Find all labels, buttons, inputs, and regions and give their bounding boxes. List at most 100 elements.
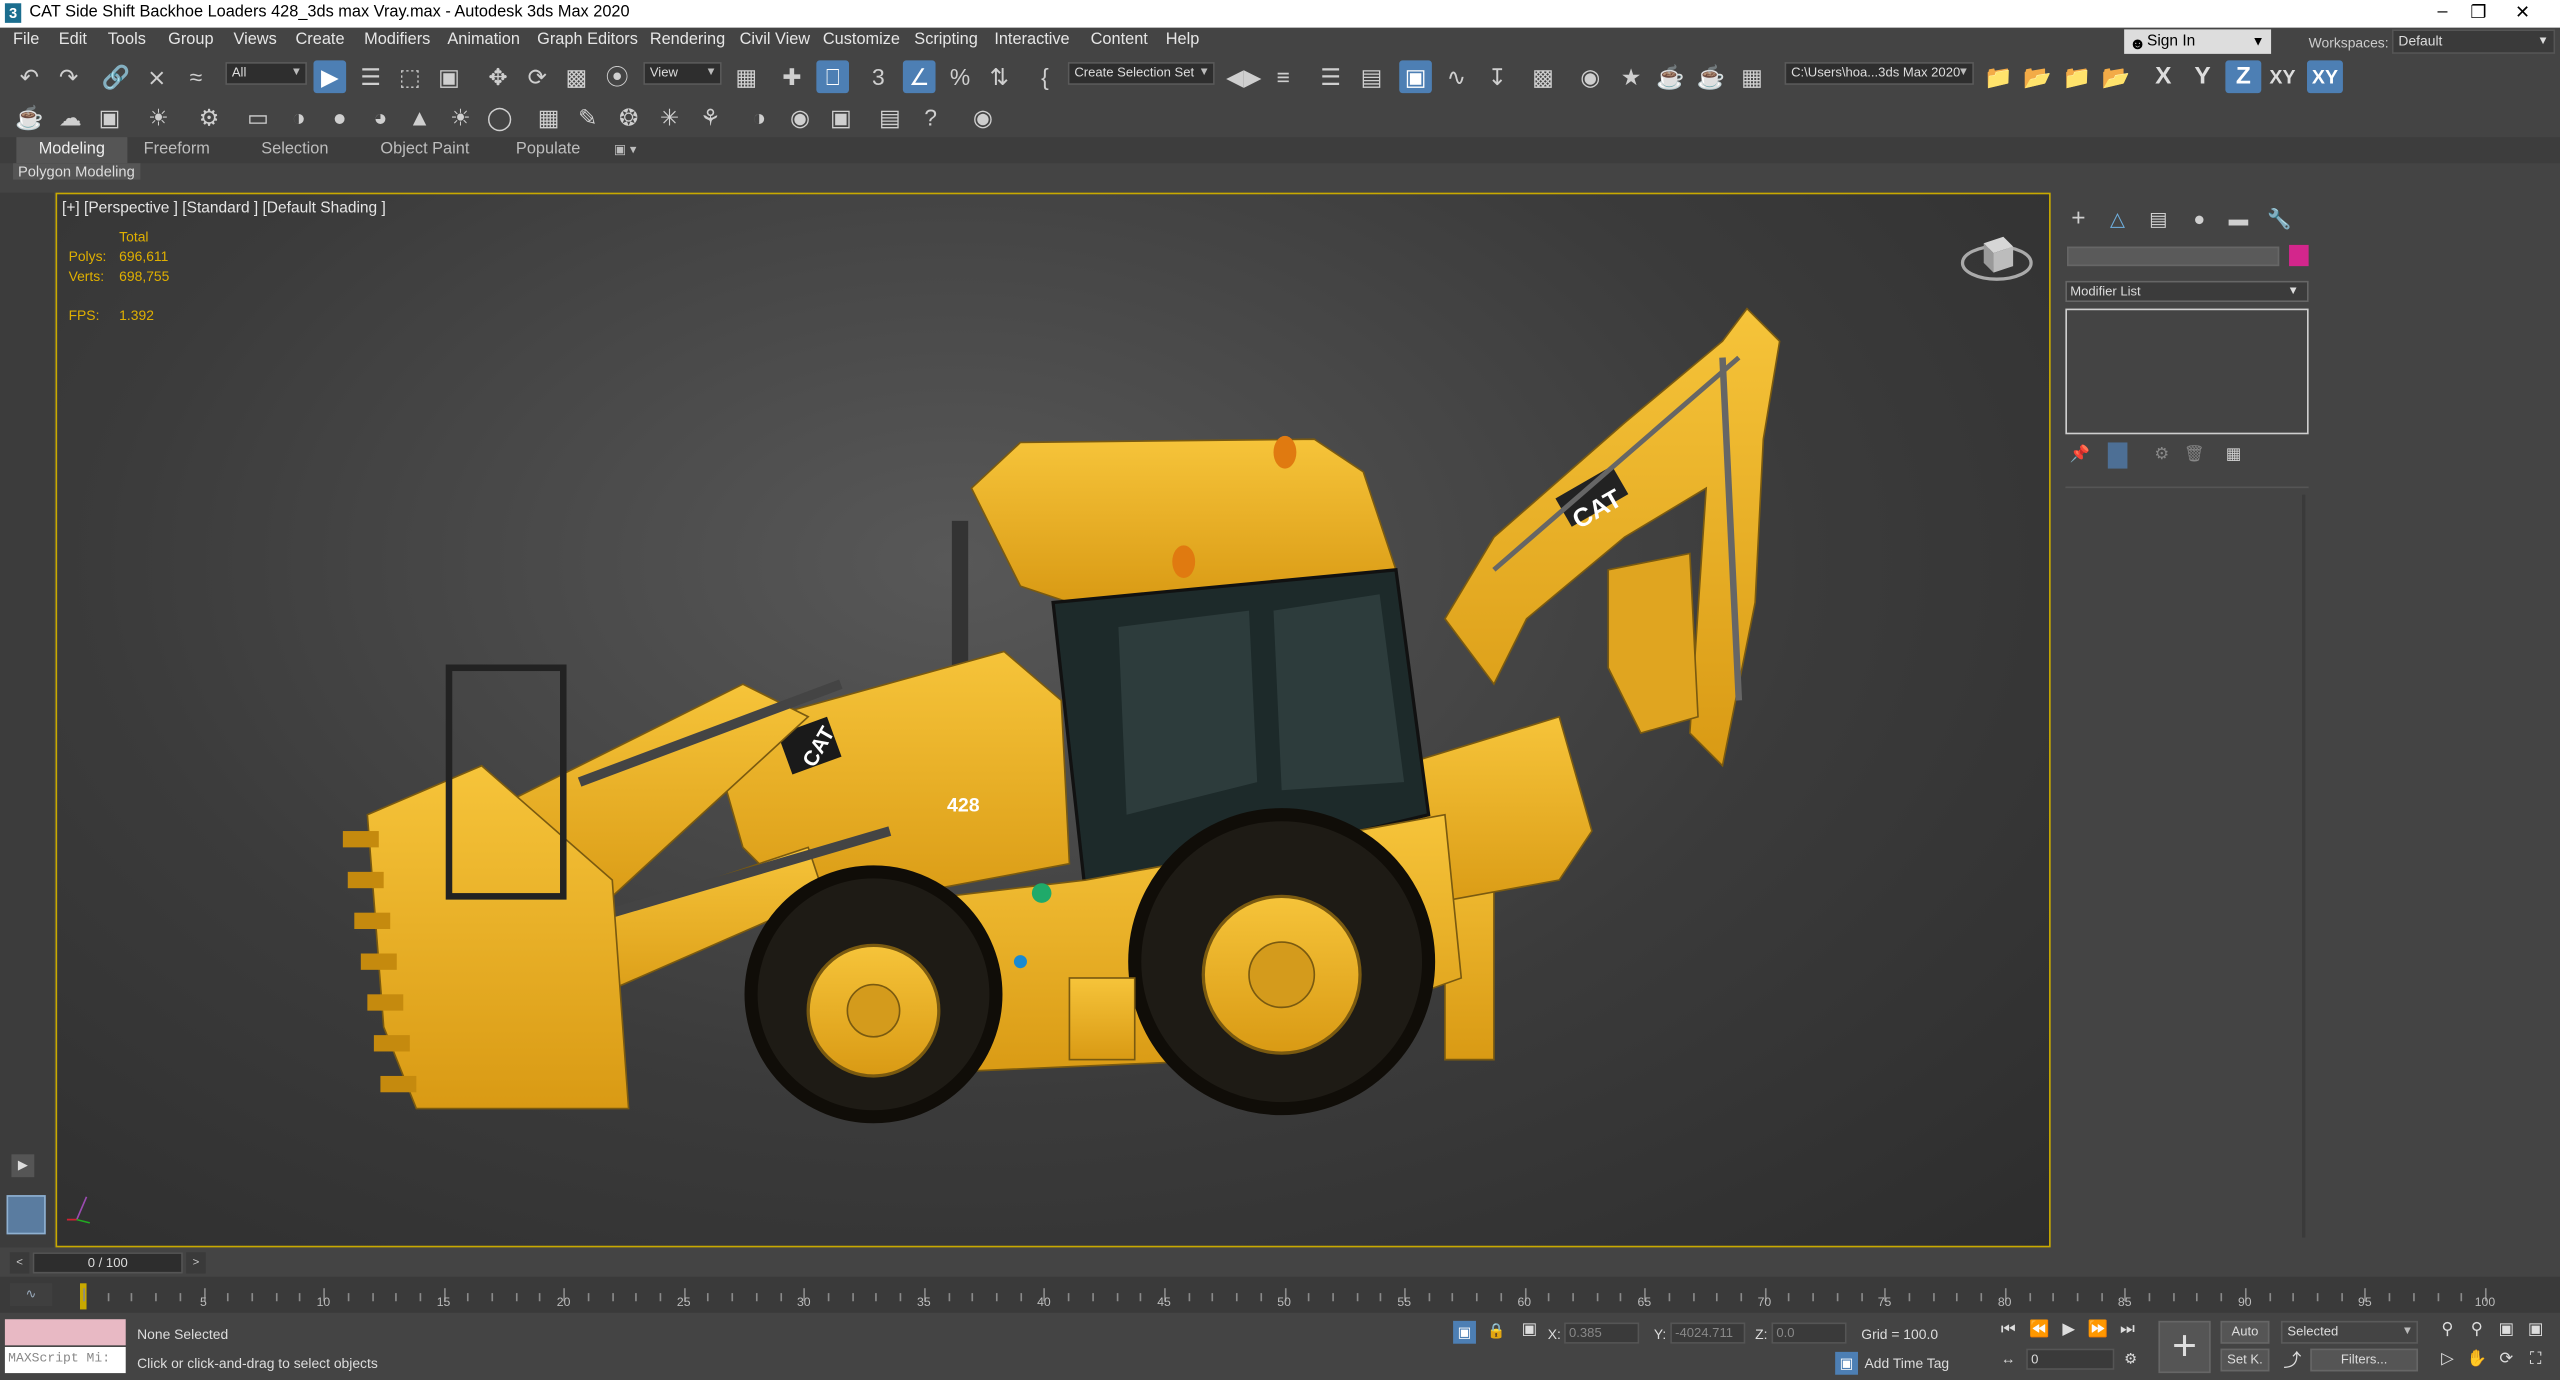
tab-selection[interactable]: Selection — [248, 137, 341, 163]
backhoe-loader-model[interactable]: CAT CAT 428 — [318, 292, 1820, 1141]
menu-civil-view[interactable]: Civil View — [740, 31, 810, 49]
ribbon-options-icon[interactable]: ▣ ▾ — [601, 137, 650, 163]
snaps-toggle-icon[interactable]: 3 — [862, 60, 895, 93]
light-lister-icon[interactable]: ☀ — [142, 101, 175, 134]
perspective-viewport[interactable]: [+] [Perspective ] [Standard ] [Default … — [55, 192, 2051, 1248]
tab-object-paint[interactable]: Object Paint — [367, 137, 482, 163]
rectangular-selection-icon[interactable]: ⬚ — [393, 60, 426, 93]
menu-modifiers[interactable]: Modifiers — [364, 31, 430, 49]
asset-tracking-icon[interactable]: 📂 — [2021, 60, 2054, 93]
zoom-extents-all-icon[interactable]: ▣ — [2524, 1321, 2547, 1339]
sphere-icon[interactable]: ● — [323, 101, 356, 134]
menu-interactive[interactable]: Interactive — [994, 31, 1069, 49]
render-setup-icon[interactable]: ★ — [1615, 60, 1648, 93]
viewport-layout-icon[interactable] — [6, 1195, 46, 1235]
zoom-all-icon[interactable]: ⚲ — [2465, 1321, 2488, 1339]
time-slider-prev-icon[interactable]: < — [9, 1252, 30, 1274]
place-icon[interactable]: ⦿ — [601, 60, 634, 93]
previous-frame-icon[interactable]: ⏪ — [2028, 1321, 2051, 1339]
rendered-frame-icon[interactable]: ☕ — [1654, 60, 1687, 93]
pin-stack-icon[interactable]: 📌 — [2067, 442, 2093, 468]
selection-lock-icon[interactable]: 🔒 — [1487, 1322, 1507, 1342]
display-tab-icon[interactable]: ▬ — [2225, 206, 2251, 232]
modifier-stack[interactable] — [2065, 308, 2309, 435]
axis-xy-toggle-button[interactable]: XY — [2307, 60, 2343, 94]
particle-icon[interactable]: ✳ — [653, 101, 686, 134]
bind-space-warp-icon[interactable]: ≈ — [180, 60, 213, 93]
sign-in-dropdown[interactable]: ☻ Sign In ▼ — [2124, 29, 2272, 54]
track-bar[interactable]: ∿ 5 10 15 20 25 30 35 40 45 50 55 60 65 70 75 80 85 90 95 1… — [0, 1276, 2560, 1313]
grid-icon[interactable]: ▦ — [532, 101, 565, 134]
menu-group[interactable]: Group — [168, 31, 213, 49]
layer-explorer-icon[interactable]: ▤ — [1355, 60, 1388, 93]
menu-file[interactable]: File — [13, 31, 39, 49]
scene-explorer-icon[interactable]: ☰ — [1314, 60, 1347, 93]
absolute-mode-icon[interactable]: ▣ — [1522, 1321, 1542, 1341]
x-coord-field[interactable]: 0.385 — [1564, 1322, 1640, 1344]
utilities-tab-icon[interactable]: 🔧 — [2266, 206, 2292, 232]
motion-tab-icon[interactable]: ● — [2186, 206, 2212, 232]
material-editor-icon[interactable]: ◉ — [1574, 60, 1607, 93]
angle-snap-icon[interactable]: ∠ — [902, 60, 936, 94]
maxscript-mini-listener[interactable]: MAXScript Mi: — [4, 1346, 126, 1374]
filters-button[interactable]: Filters... — [2310, 1348, 2419, 1372]
undo-icon[interactable]: ↶ — [13, 60, 46, 93]
next-frame-icon[interactable]: ⏩ — [2087, 1321, 2110, 1339]
project-folder-icon[interactable]: 📁 — [1982, 60, 2015, 93]
time-slider-value[interactable]: 0 / 100 — [32, 1252, 183, 1274]
image-icon[interactable]: ▣ — [93, 101, 126, 134]
workspaces-select[interactable]: Default ▼ — [2391, 29, 2556, 54]
key-filter-select[interactable]: Selected ▼ — [2280, 1320, 2419, 1344]
tab-freeform[interactable]: Freeform — [131, 137, 223, 163]
menu-rendering[interactable]: Rendering — [650, 31, 725, 49]
sun-icon[interactable]: ☀ — [444, 101, 477, 134]
mini-curve-editor-icon[interactable]: ∿ — [9, 1283, 53, 1307]
paint-icon[interactable]: ✎ — [571, 101, 604, 134]
link-icon[interactable]: 🔗 — [100, 60, 133, 93]
dome-icon[interactable]: ◑ — [282, 101, 315, 134]
configure-modifier-sets-icon[interactable]: ▦ — [2220, 442, 2246, 468]
ribbon-toggle-icon[interactable]: ▣ — [1399, 60, 1432, 94]
dope-sheet-icon[interactable]: ↧ — [1481, 60, 1514, 93]
set-key-button[interactable]: Set K. — [2220, 1348, 2270, 1372]
object-color-swatch[interactable] — [2289, 244, 2309, 267]
y-coord-field[interactable]: -4024.711 — [1670, 1322, 1746, 1344]
maxscript-listener[interactable] — [4, 1319, 126, 1346]
plant-icon[interactable]: ⚘ — [694, 101, 727, 134]
rotate-icon[interactable]: ⟳ — [521, 60, 554, 93]
zoom-icon[interactable]: ⚲ — [2436, 1321, 2459, 1339]
schematic-view-icon[interactable]: ▩ — [1527, 60, 1560, 93]
add-time-tag[interactable]: Add Time Tag — [1865, 1355, 1950, 1371]
menu-help[interactable]: Help — [1166, 31, 1200, 49]
move-icon[interactable]: ✥ — [482, 60, 515, 93]
cone-light-icon[interactable]: ▲ — [403, 101, 436, 134]
close-icon[interactable]: ✕ — [2506, 2, 2539, 23]
settings-icon[interactable]: ⚙ — [193, 101, 226, 134]
color-palette-icon[interactable]: ◉ — [784, 101, 817, 134]
isolate-selection-icon[interactable]: ▣ — [1453, 1320, 1476, 1344]
current-frame-field[interactable]: 0 — [2026, 1348, 2115, 1370]
cloud-icon[interactable]: ☁ — [54, 101, 87, 134]
axis-z-button[interactable]: Z — [2225, 60, 2262, 94]
reference-coordinate-select[interactable]: View ▼ — [643, 62, 722, 85]
time-config-icon[interactable]: ⚙ — [2119, 1350, 2142, 1368]
key-tangent-icon[interactable]: ⤴ — [2281, 1347, 2304, 1373]
remove-modifier-icon[interactable]: 🗑 — [2181, 442, 2207, 468]
tab-populate[interactable]: Populate — [503, 137, 594, 163]
z-coord-field[interactable]: 0.0 — [1771, 1322, 1847, 1344]
sphere-light-icon[interactable]: ◯ — [483, 101, 516, 134]
hierarchy-tab-icon[interactable]: ▤ — [2145, 206, 2171, 232]
select-manipulate-icon[interactable]: ✚ — [776, 60, 809, 93]
menu-edit[interactable]: Edit — [59, 31, 87, 49]
menu-tools[interactable]: Tools — [108, 31, 146, 49]
selection-filter-select[interactable]: All ▼ — [225, 62, 307, 85]
render-production-icon[interactable]: ☕ — [1695, 60, 1728, 93]
orbit-icon[interactable]: ⟳ — [2495, 1350, 2518, 1368]
redo-icon[interactable]: ↷ — [52, 60, 85, 93]
spinner-snap-icon[interactable]: ⇅ — [983, 60, 1016, 93]
field-of-view-icon[interactable]: ▷ — [2436, 1350, 2459, 1368]
go-to-end-icon[interactable]: ⏭ — [2116, 1321, 2139, 1339]
play-icon[interactable]: ▶ — [2057, 1321, 2080, 1339]
auto-key-button[interactable]: Auto — [2220, 1320, 2270, 1344]
copy-icon[interactable]: ▤ — [873, 101, 906, 134]
